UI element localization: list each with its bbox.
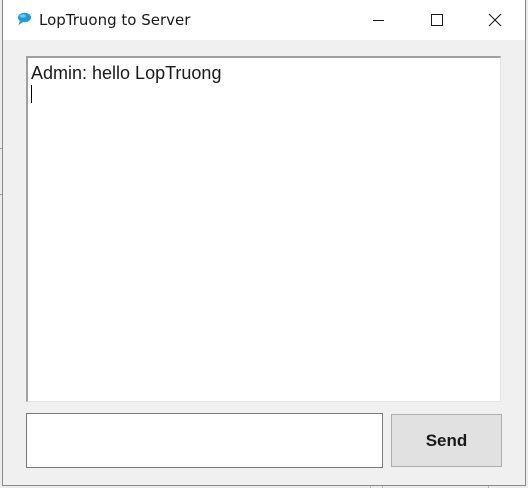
- chat-message: Admin: hello LopTruong: [31, 63, 222, 83]
- close-icon: [488, 13, 502, 27]
- chat-window: LopTruong to Server Admin: hello LopTruo…: [2, 0, 526, 486]
- chat-bubble-icon: [16, 11, 32, 27]
- send-button[interactable]: Send: [391, 414, 502, 467]
- maximize-button[interactable]: [413, 0, 459, 40]
- text-caret: [31, 85, 32, 103]
- title-bar[interactable]: LopTruong to Server: [3, 0, 525, 40]
- minimize-icon: [373, 20, 384, 21]
- window-title: LopTruong to Server: [39, 11, 191, 29]
- maximize-icon: [431, 14, 443, 26]
- minimize-button[interactable]: [355, 0, 401, 40]
- chat-log[interactable]: Admin: hello LopTruong: [26, 56, 501, 402]
- close-button[interactable]: [471, 0, 517, 40]
- message-input[interactable]: [26, 413, 383, 468]
